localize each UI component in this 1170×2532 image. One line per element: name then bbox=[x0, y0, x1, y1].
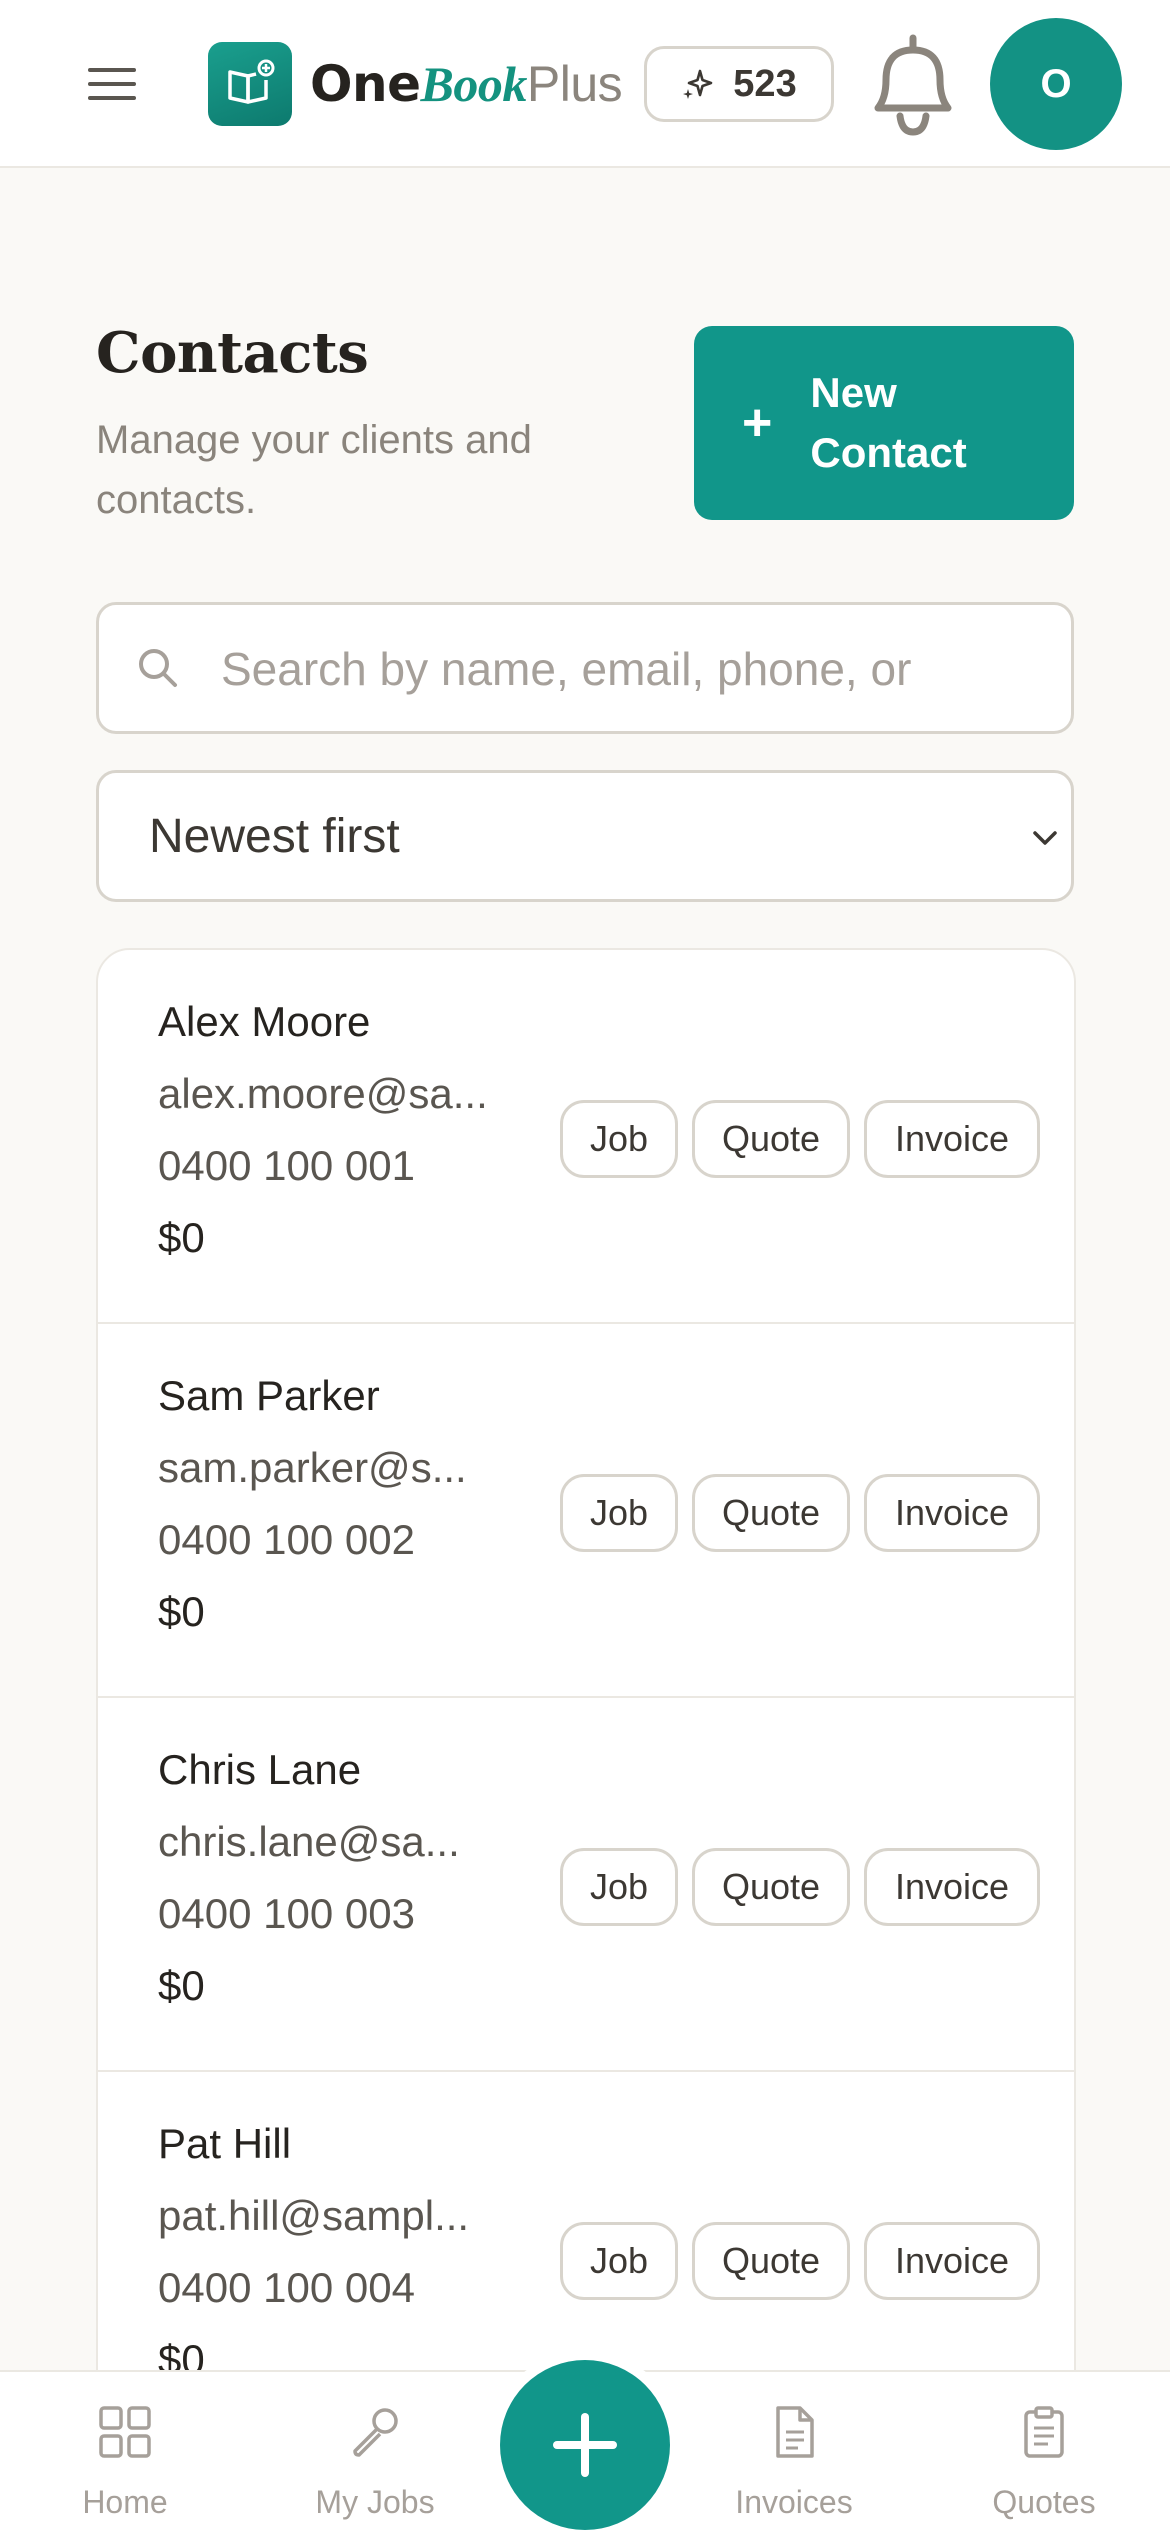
logo-icon[interactable] bbox=[208, 42, 292, 126]
nav-quotes[interactable]: Quotes bbox=[954, 2372, 1134, 2532]
contact-email: alex.moore@sa... bbox=[158, 1070, 488, 1117]
nav-invoices[interactable]: Invoices bbox=[704, 2372, 884, 2532]
new-job-button[interactable]: Job bbox=[560, 2222, 678, 2300]
credits-count: 523 bbox=[733, 62, 797, 105]
credits-badge[interactable]: 523 bbox=[644, 46, 834, 122]
contact-name: Chris Lane bbox=[158, 1746, 362, 1793]
hamburger-icon[interactable] bbox=[88, 64, 136, 104]
new-invoice-button[interactable]: Invoice bbox=[864, 1474, 1040, 1552]
contact-actions: Job Quote Invoice bbox=[560, 1848, 1040, 1926]
contact-row[interactable]: Alex Moore alex.moore@sa... 0400 100 001… bbox=[98, 950, 1074, 1324]
contact-email: pat.hill@sampl... bbox=[158, 2192, 470, 2239]
contact-row[interactable]: Sam Parker sam.parker@s... 0400 100 002 … bbox=[98, 1324, 1074, 1698]
new-job-button[interactable]: Job bbox=[560, 1474, 678, 1552]
page-title: Contacts bbox=[96, 320, 369, 386]
contact-amount: $0 bbox=[158, 1588, 205, 1635]
contact-actions: Job Quote Invoice bbox=[560, 1100, 1040, 1178]
contact-name: Pat Hill bbox=[158, 2120, 292, 2167]
contact-email: chris.lane@sa... bbox=[158, 1818, 460, 1865]
chevron-down-icon bbox=[1033, 831, 1057, 845]
new-quote-button[interactable]: Quote bbox=[692, 1848, 850, 1926]
search-box bbox=[96, 602, 1074, 734]
sort-value: Newest first bbox=[149, 810, 400, 863]
contact-actions: Job Quote Invoice bbox=[560, 2222, 1040, 2300]
plus-icon bbox=[553, 2413, 617, 2477]
contact-row[interactable]: Chris Lane chris.lane@sa... 0400 100 003… bbox=[98, 1698, 1074, 2072]
grid-icon bbox=[99, 2406, 151, 2458]
sparkle-icon bbox=[683, 69, 713, 99]
document-icon bbox=[776, 2406, 814, 2458]
nav-my-jobs-label: My Jobs bbox=[315, 2484, 435, 2520]
new-job-button[interactable]: Job bbox=[560, 1100, 678, 1178]
brand-book: Book bbox=[420, 56, 528, 112]
new-quote-button[interactable]: Quote bbox=[692, 1100, 850, 1178]
contact-phone: 0400 100 001 bbox=[158, 1142, 415, 1189]
contact-phone: 0400 100 002 bbox=[158, 1516, 415, 1563]
nav-my-jobs[interactable]: My Jobs bbox=[285, 2372, 465, 2532]
contact-name: Alex Moore bbox=[158, 998, 371, 1045]
search-input[interactable] bbox=[221, 625, 1051, 713]
contacts-list: Alex Moore alex.moore@sa... 0400 100 001… bbox=[96, 948, 1076, 2448]
new-invoice-button[interactable]: Invoice bbox=[864, 1100, 1040, 1178]
new-quote-button[interactable]: Quote bbox=[692, 1474, 850, 1552]
page-subtitle: Manage your clients and contacts. bbox=[96, 418, 532, 522]
contact-actions: Job Quote Invoice bbox=[560, 1474, 1040, 1552]
contact-amount: $0 bbox=[158, 1962, 205, 2009]
nav-invoices-label: Invoices bbox=[735, 2484, 853, 2520]
brand-wordmark: OneBookPlus bbox=[310, 52, 623, 116]
new-job-button[interactable]: Job bbox=[560, 1848, 678, 1926]
new-contact-button[interactable]: + New Contact bbox=[694, 326, 1074, 520]
nav-home-label: Home bbox=[82, 2484, 168, 2520]
top-app-bar: OneBookPlus 523 O bbox=[0, 0, 1170, 168]
contact-phone: 0400 100 003 bbox=[158, 1890, 415, 1937]
clipboard-icon bbox=[1024, 2406, 1064, 2458]
plus-icon: + bbox=[742, 394, 773, 452]
new-invoice-button[interactable]: Invoice bbox=[864, 1848, 1040, 1926]
new-contact-label: New Contact bbox=[810, 369, 967, 476]
create-fab-button[interactable] bbox=[500, 2360, 670, 2530]
nav-quotes-label: Quotes bbox=[992, 2484, 1096, 2520]
sort-select[interactable]: Newest first bbox=[96, 770, 1074, 902]
contact-phone: 0400 100 004 bbox=[158, 2264, 415, 2311]
contact-amount: $0 bbox=[158, 1214, 205, 1261]
wrench-icon bbox=[353, 2408, 398, 2457]
brand-one: One bbox=[310, 55, 421, 113]
search-icon bbox=[139, 649, 177, 687]
nav-home[interactable]: Home bbox=[35, 2372, 215, 2532]
avatar[interactable]: O bbox=[990, 18, 1122, 150]
contact-email: sam.parker@s... bbox=[158, 1444, 467, 1491]
new-invoice-button[interactable]: Invoice bbox=[864, 2222, 1040, 2300]
bell-icon[interactable] bbox=[858, 28, 968, 140]
new-quote-button[interactable]: Quote bbox=[692, 2222, 850, 2300]
contact-name: Sam Parker bbox=[158, 1372, 380, 1419]
brand-plus: Plus bbox=[526, 56, 623, 112]
